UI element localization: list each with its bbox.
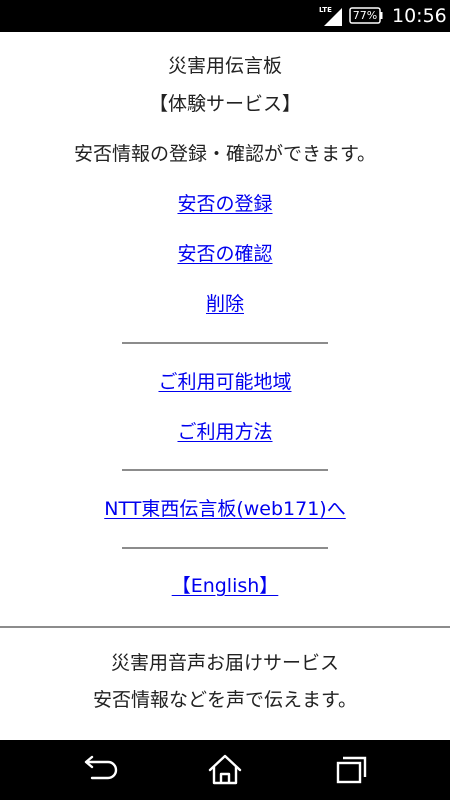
confirm-link[interactable]: 安否の確認 (177, 243, 272, 265)
menu-item-available-area: ご利用可能地域 (0, 368, 450, 396)
page-title: 災害用伝言板 (167, 55, 282, 77)
delete-link[interactable]: 削除 (206, 293, 244, 315)
home-icon[interactable] (203, 750, 247, 790)
menu-item-web171: NTT東西伝言板(web171)へ (0, 495, 450, 523)
status-bar: LTE 77% 10:56 (0, 0, 450, 32)
network-type-label: LTE (319, 6, 332, 14)
battery-level: 77% (352, 9, 378, 22)
web171-link[interactable]: NTT東西伝言板(web171)へ (104, 498, 345, 520)
divider (122, 469, 328, 471)
menu-item-english: 【English】 (0, 572, 450, 600)
recent-apps-icon[interactable] (328, 750, 372, 790)
page-subtitle: 【体験サービス】 (148, 93, 301, 115)
menu-item-register: 安否の登録 (0, 190, 450, 218)
navigation-bar (0, 740, 450, 800)
register-link[interactable]: 安否の登録 (177, 193, 272, 215)
menu-item-confirm: 安否の確認 (0, 240, 450, 268)
screen: LTE 77% 10:56 災害用伝言板 【体験サービス】 安否情報の登録・確認… (0, 0, 450, 800)
menu-item-delete: 削除 (0, 290, 450, 318)
english-link[interactable]: 【English】 (172, 575, 279, 597)
voice-service-description: 安否情報などを声で伝えます。 (92, 689, 358, 711)
available-area-link[interactable]: ご利用可能地域 (158, 371, 291, 393)
divider (122, 547, 328, 549)
clock: 10:56 (392, 5, 447, 27)
voice-service-title: 災害用音声お届けサービス (110, 652, 339, 674)
main-content: 災害用伝言板 【体験サービス】 安否情報の登録・確認ができます。 安否の登録 安… (0, 32, 450, 740)
section-divider (0, 626, 450, 628)
signal-icon: LTE (319, 6, 342, 26)
page-description: 安否情報の登録・確認ができます。 (73, 143, 377, 165)
menu-item-how-to-use: ご利用方法 (0, 418, 450, 446)
how-to-use-link[interactable]: ご利用方法 (177, 421, 272, 443)
back-icon[interactable] (78, 750, 122, 790)
divider (122, 342, 328, 344)
